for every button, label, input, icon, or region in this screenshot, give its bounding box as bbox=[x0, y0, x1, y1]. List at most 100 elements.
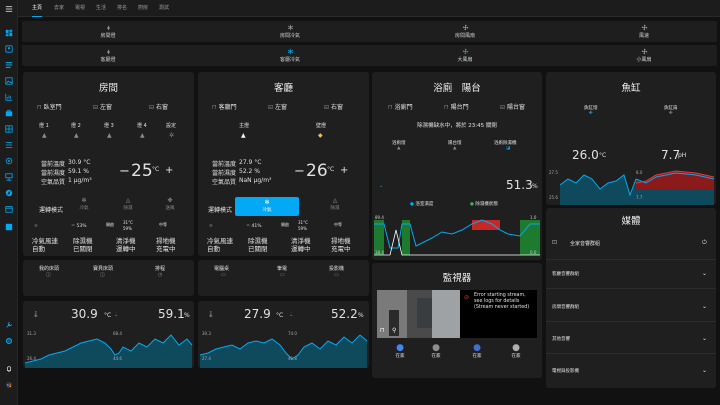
room-mode-dry[interactable]: ◬ 除濕 bbox=[121, 197, 135, 211]
living-air-label: 空氣品質 bbox=[212, 179, 237, 186]
tab-ranking[interactable]: 排名 bbox=[117, 0, 127, 17]
media-item-other-speakers[interactable]: 其他音響 bbox=[552, 336, 570, 342]
room-fan-button[interactable]: 房間風扇 bbox=[445, 24, 485, 39]
tab-kitchen[interactable]: 廚房 bbox=[138, 0, 148, 17]
person-icon[interactable] bbox=[4, 44, 14, 54]
my-bedhead-button[interactable]: 我的床頭 ◫ bbox=[39, 265, 59, 278]
person-3[interactable]: ● 在家 bbox=[467, 343, 487, 359]
room-light-2[interactable]: 燈 2 bbox=[71, 122, 81, 129]
living-main-light[interactable]: 主燈 bbox=[239, 122, 249, 129]
room-door[interactable]: ⊓ 臥室門 bbox=[37, 102, 62, 111]
projector-button[interactable]: 投影機 ▭ bbox=[329, 265, 344, 278]
camera-icon[interactable] bbox=[4, 156, 14, 166]
living-light-button[interactable]: 客廳燈 bbox=[88, 48, 128, 63]
tab-test[interactable]: 測試 bbox=[159, 0, 169, 17]
room-light-4[interactable]: 燈 4 bbox=[137, 122, 147, 129]
grid-icon[interactable] bbox=[4, 124, 14, 134]
tab-away[interactable]: 去家 bbox=[54, 0, 64, 17]
media-item-room-speakers[interactable]: 房間音響群組 bbox=[552, 304, 579, 310]
living-fan-speed[interactable]: 冷氣風速 自動 bbox=[207, 237, 233, 253]
small-fan-button[interactable]: 小風扇 bbox=[624, 48, 664, 63]
room-light-1[interactable]: 燈 1 bbox=[39, 122, 49, 129]
list-alt-icon[interactable] bbox=[4, 140, 14, 150]
chart-icon[interactable] bbox=[4, 92, 14, 102]
power-icon[interactable]: ⏻ bbox=[702, 239, 707, 247]
bath-chart-max: 89.4 bbox=[375, 215, 384, 220]
living-left-window[interactable]: ⊟ 左窗 bbox=[268, 102, 287, 111]
bath-light[interactable]: 浴廁燈 ▲ bbox=[392, 140, 406, 151]
chevron-down-icon[interactable]: ⌄ bbox=[702, 270, 707, 277]
briefcase-icon[interactable] bbox=[4, 108, 14, 118]
living-control-strip: 客廳燈 客廳冷氣 大風扇 小風扇 bbox=[22, 45, 717, 66]
calendar-icon[interactable] bbox=[4, 204, 14, 214]
menu-icon[interactable] bbox=[4, 4, 14, 14]
chevron-down-icon[interactable]: ⌄ bbox=[702, 335, 707, 342]
room-fan-speed[interactable]: 冷氣風速 自動 bbox=[32, 237, 58, 253]
screen-icon[interactable] bbox=[4, 222, 14, 232]
balcony-window[interactable]: ⊟ 陽台窗 bbox=[500, 102, 525, 111]
user-avatar[interactable] bbox=[4, 380, 14, 390]
motion-icon: ⚲ bbox=[392, 327, 397, 334]
living-temp-up-button[interactable]: + bbox=[340, 165, 348, 176]
living-mode-dry[interactable]: ◬ 除濕 bbox=[328, 197, 342, 211]
room-mode-cool[interactable]: ✻ 冷氣 bbox=[77, 197, 91, 211]
computer-desk-button[interactable]: 電腦桌 ▭ bbox=[214, 265, 229, 278]
living-wall-light[interactable]: 壁燈 bbox=[316, 122, 326, 129]
room-purifier[interactable]: 清淨機 運轉中 bbox=[116, 237, 136, 253]
tab-home[interactable]: 主頁 bbox=[32, 0, 43, 17]
aquarium-light[interactable]: 魚缸燈 ✤ bbox=[584, 105, 598, 116]
dashboard-icon[interactable] bbox=[4, 28, 14, 38]
room-light-settings[interactable]: 設定 bbox=[166, 122, 176, 129]
aquarium-fan[interactable]: 魚缸扇 ✤ bbox=[664, 105, 678, 116]
person-4[interactable]: ● 在家 bbox=[506, 343, 526, 359]
room-temp-up-button[interactable]: + bbox=[165, 165, 173, 176]
living-vacuum[interactable]: 掃地機 充電中 bbox=[331, 237, 351, 253]
image-icon[interactable] bbox=[4, 76, 14, 86]
room-ac-button[interactable]: 房間冷氣 bbox=[270, 24, 310, 39]
living-right-window[interactable]: ⊟ 右窗 bbox=[324, 102, 343, 111]
media-item-tv-projector[interactable]: 電視與投影機 bbox=[552, 368, 579, 374]
living-purifier[interactable]: 清淨機 運轉中 bbox=[291, 237, 311, 253]
room-temp-down-button[interactable]: − bbox=[119, 164, 130, 179]
baby-bedhead-button[interactable]: 寶貝床頭 ◫ bbox=[93, 265, 113, 278]
person-2[interactable]: ● 在家 bbox=[426, 343, 446, 359]
bath-door[interactable]: ⊓ 浴廁門 bbox=[388, 102, 413, 111]
media-item-all-speakers[interactable]: 全家音響群組 bbox=[570, 240, 600, 247]
big-fan-button[interactable]: 大風扇 bbox=[445, 48, 485, 63]
network-icon[interactable] bbox=[4, 172, 14, 182]
balcony-light[interactable]: 陽台燈 ▲ bbox=[448, 140, 462, 151]
chevron-down-icon[interactable]: ⌄ bbox=[702, 367, 707, 374]
living-door[interactable]: ⊓ 客廳門 bbox=[212, 102, 237, 111]
living-temp-down-button[interactable]: − bbox=[294, 164, 305, 179]
camera-feed[interactable] bbox=[377, 290, 460, 338]
living-dehumidifier[interactable]: 除濕機 已關閉 bbox=[248, 237, 268, 253]
living-humidity-label: 當前濕度 bbox=[212, 170, 237, 177]
room-light-3[interactable]: 燈 3 bbox=[104, 122, 114, 129]
laptop-button[interactable]: 筆電 ▭ bbox=[277, 265, 287, 278]
wall-lamp-icon: ◆ bbox=[318, 132, 323, 139]
chevron-down-icon[interactable]: ⌄ bbox=[702, 303, 707, 310]
balcony-door[interactable]: ⊓ 陽台門 bbox=[444, 102, 469, 111]
room-right-window[interactable]: ⊟ 右窗 bbox=[149, 102, 168, 111]
schedule-button[interactable]: 排程 ◷ bbox=[155, 265, 165, 278]
settings-icon[interactable] bbox=[4, 336, 14, 346]
media-item-living-speakers[interactable]: 客廳音響群組 bbox=[552, 271, 579, 277]
notification-icon[interactable] bbox=[4, 364, 14, 374]
room-vacuum[interactable]: 掃地機 充電中 bbox=[156, 237, 176, 253]
room-graph-humidity-unit: % bbox=[184, 312, 190, 319]
bath-dehumidifier[interactable]: 浴廁除濕機 ◪ bbox=[494, 140, 517, 151]
compass-icon[interactable] bbox=[4, 188, 14, 198]
divider bbox=[546, 288, 716, 289]
room-mode-fan[interactable]: ✤ 送風 bbox=[163, 197, 177, 211]
list-icon[interactable] bbox=[4, 60, 14, 70]
room-dehumidifier[interactable]: 除濕機 已關閉 bbox=[73, 237, 93, 253]
wrench-icon[interactable] bbox=[4, 320, 14, 330]
fan-speed-button[interactable]: 風速 bbox=[624, 24, 664, 39]
tab-life[interactable]: 生活 bbox=[96, 0, 106, 17]
room-light-button[interactable]: 房間燈 bbox=[88, 24, 128, 39]
living-mode-cool[interactable]: ✻ 冷氣 bbox=[235, 197, 299, 216]
living-ac-button[interactable]: 客廳冷氣 bbox=[270, 48, 310, 63]
person-1[interactable]: ● 在家 bbox=[390, 343, 410, 359]
tab-tv[interactable]: 電視 bbox=[75, 0, 85, 17]
room-left-window[interactable]: ⊟ 左窗 bbox=[93, 102, 112, 111]
